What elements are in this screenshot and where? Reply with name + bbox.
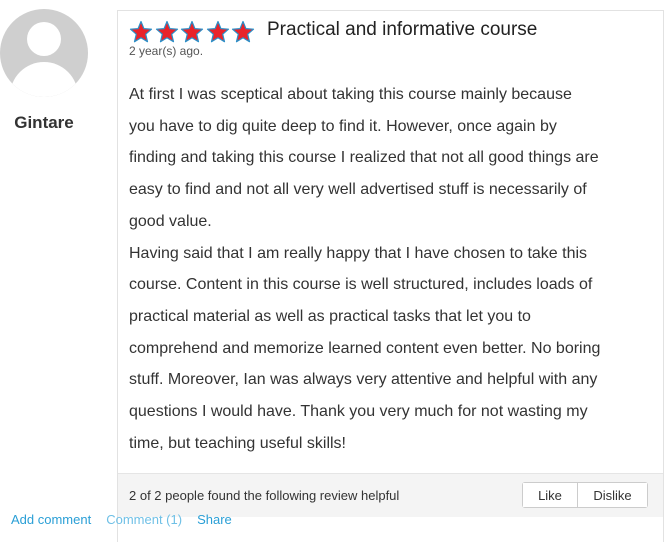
review-line: time, but teaching useful skills! [129, 434, 346, 452]
review-line: good value. [129, 212, 212, 230]
vote-button-group: Like Dislike [522, 482, 648, 508]
avatar-body-shape [10, 62, 78, 97]
share-link[interactable]: Share [197, 512, 232, 527]
review-line: finding and taking this course I realize… [129, 149, 599, 167]
star-icon [155, 20, 181, 44]
avatar-head-shape [27, 22, 61, 56]
review-line: practical material as well as practical … [129, 307, 531, 325]
star-rating [129, 20, 257, 44]
reviewer-name: Gintare [14, 113, 74, 132]
avatar [0, 9, 88, 97]
dislike-button[interactable]: Dislike [578, 483, 647, 507]
add-comment-link[interactable]: Add comment [11, 512, 91, 527]
comment-count-link[interactable]: Comment (1) [106, 512, 182, 527]
helpful-bar: 2 of 2 people found the following review… [118, 473, 663, 517]
star-icon [206, 20, 232, 44]
star-icon [180, 20, 206, 44]
review-line: At first I was sceptical about taking th… [129, 86, 572, 103]
like-button[interactable]: Like [523, 483, 578, 507]
reviewer-panel: Gintare [0, 0, 117, 542]
review-body: At first I was sceptical about taking th… [129, 79, 654, 459]
star-icon [231, 20, 257, 44]
review-card: Practical and informative course 2 year(… [117, 10, 664, 542]
review-actions: Add comment Comment (1) Share [11, 512, 232, 527]
review-line: you have to dig quite deep to find it. H… [129, 117, 557, 135]
review-line: easy to find and not all very well adver… [129, 181, 587, 199]
review-line: Having said that I am really happy that … [129, 244, 588, 262]
review-line: questions I would have. Thank you very m… [129, 403, 588, 421]
review-title: Practical and informative course [267, 19, 538, 40]
review-line: comprehend and memorize learned content … [129, 339, 601, 357]
helpful-text: 2 of 2 people found the following review… [129, 488, 400, 503]
review-line: stuff. Moreover, Ian was always very att… [129, 371, 598, 389]
review-date: 2 year(s) ago. [129, 44, 204, 58]
star-icon [129, 20, 155, 44]
review-line: course. Content in this course is well s… [129, 276, 593, 294]
review-header: Practical and informative course 2 year(… [118, 11, 663, 63]
